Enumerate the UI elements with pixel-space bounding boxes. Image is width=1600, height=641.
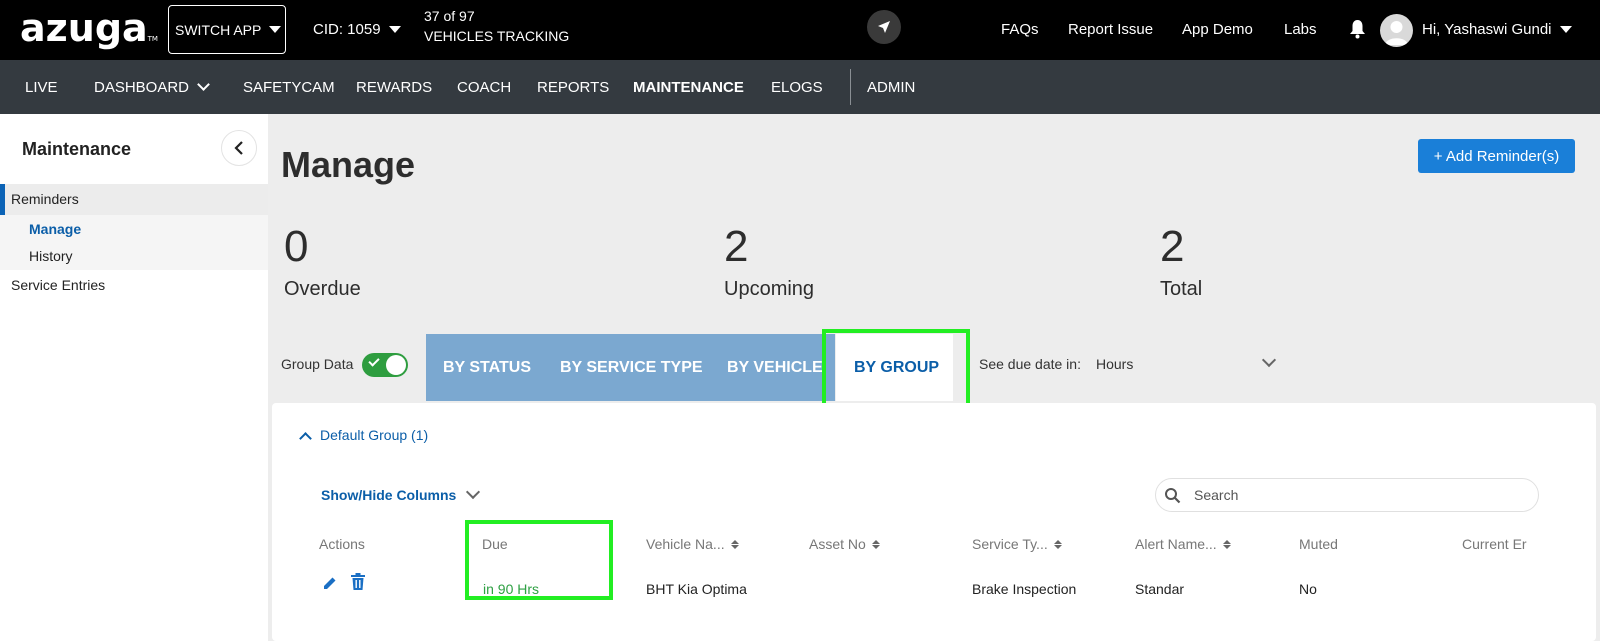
delete-icon[interactable]	[350, 573, 366, 594]
sort-icon	[1053, 539, 1062, 549]
stat-total: 2 Total	[1160, 222, 1202, 301]
column-header-actions: Actions	[319, 536, 365, 552]
nav-safetycam[interactable]: SAFETYCAM	[243, 79, 335, 96]
nav-live[interactable]: LIVE	[25, 79, 58, 96]
vehicles-count: 37 of 97	[424, 8, 475, 24]
vehicles-tracking: 37 of 97 VEHICLES TRACKING	[424, 6, 569, 46]
column-header-muted: Muted	[1299, 536, 1338, 552]
stat-label: Overdue	[284, 278, 361, 300]
sort-icon	[871, 539, 880, 549]
group-data-label: Group Data	[281, 356, 354, 372]
sidebar-item-reminders[interactable]: Reminders	[0, 184, 268, 215]
cell-muted: No	[1299, 581, 1317, 597]
collapse-sidebar-button[interactable]	[221, 130, 257, 166]
group-panel: Default Group (1) Show/Hide Columns Sear…	[272, 403, 1596, 641]
sidebar-title: Maintenance	[22, 139, 132, 159]
vehicles-label: VEHICLES TRACKING	[424, 28, 570, 44]
chevron-down-icon	[197, 78, 210, 91]
top-bar: azugaTM SWITCH APP CID: 1059 37 of 97 VE…	[0, 0, 1600, 60]
search-input[interactable]: Search	[1155, 478, 1539, 512]
column-header-vehicle-name[interactable]: Vehicle Na...	[646, 536, 739, 552]
main-content: Manage + Add Reminder(s) 0 Overdue 2 Upc…	[268, 114, 1600, 641]
group-toggle[interactable]: Default Group (1)	[299, 427, 429, 445]
caret-down-icon	[269, 26, 282, 33]
cell-vehicle-name: BHT Kia Optima	[646, 581, 747, 597]
cell-alert-name: Standar	[1135, 581, 1185, 597]
sort-icon	[730, 539, 739, 549]
stat-upcoming: 2 Upcoming	[724, 222, 814, 301]
stat-value: 2	[724, 222, 749, 271]
sidebar-item-history[interactable]: History	[29, 248, 73, 264]
add-reminder-button[interactable]: + Add Reminder(s)	[1418, 139, 1575, 173]
nav-rewards[interactable]: REWARDS	[356, 79, 432, 96]
switch-app-label: SWITCH APP	[175, 21, 262, 38]
switch-app-button[interactable]: SWITCH APP	[168, 5, 286, 54]
nav-maintenance[interactable]: MAINTENANCE	[633, 79, 744, 96]
stat-label: Upcoming	[724, 278, 815, 300]
main-nav: LIVE DASHBOARD SAFETYCAM REWARDS COACH R…	[0, 60, 1600, 114]
due-date-label: See due date in:	[979, 356, 1081, 372]
azuga-logo[interactable]: azugaTM	[20, 6, 158, 50]
nav-divider	[850, 69, 851, 105]
tab-by-service-type[interactable]: BY SERVICE TYPE	[560, 359, 703, 377]
search-placeholder: Search	[1194, 487, 1239, 503]
labs-link[interactable]: Labs	[1284, 21, 1317, 38]
nav-reports[interactable]: REPORTS	[537, 79, 609, 96]
user-greeting: Hi, Yashaswi Gundi	[1422, 21, 1552, 38]
caret-down-icon	[388, 26, 401, 33]
toggle-knob	[386, 355, 406, 375]
group-data-toggle[interactable]	[362, 353, 408, 377]
chevron-left-icon	[234, 141, 243, 155]
column-header-asset-no[interactable]: Asset No	[809, 536, 880, 552]
tab-by-status[interactable]: BY STATUS	[443, 359, 531, 377]
highlight-box-due	[465, 520, 613, 600]
nav-dashboard-label: DASHBOARD	[94, 79, 190, 96]
bell-icon[interactable]	[1349, 19, 1366, 44]
avatar[interactable]	[1380, 14, 1413, 47]
highlight-box-tab	[822, 329, 970, 407]
user-menu[interactable]: Hi, Yashaswi Gundi	[1422, 21, 1572, 38]
faqs-link[interactable]: FAQs	[1001, 21, 1039, 38]
tab-bar: BY STATUS BY SERVICE TYPE BY VEHICLE	[426, 334, 835, 401]
column-header-current-er: Current Er	[1462, 536, 1527, 552]
nav-dashboard[interactable]: DASHBOARD	[94, 78, 210, 96]
show-hide-label: Show/Hide Columns	[321, 487, 457, 503]
page-title: Manage	[281, 144, 416, 185]
column-header-service-type[interactable]: Service Ty...	[972, 536, 1062, 552]
stat-value: 0	[284, 222, 309, 271]
search-icon	[1165, 487, 1181, 503]
sidebar-item-manage[interactable]: Manage	[29, 221, 81, 237]
stat-label: Total	[1160, 278, 1203, 300]
edit-icon[interactable]	[322, 575, 338, 594]
report-issue-link[interactable]: Report Issue	[1068, 21, 1153, 38]
tab-by-vehicle[interactable]: BY VEHICLE	[727, 359, 823, 377]
cell-service-type: Brake Inspection	[972, 581, 1077, 597]
sidebar-item-service-entries[interactable]: Service Entries	[11, 277, 105, 293]
chevron-down-icon	[466, 484, 481, 500]
cid-selector[interactable]: CID: 1059	[313, 21, 401, 38]
check-icon	[368, 355, 380, 367]
nav-elogs[interactable]: ELOGS	[771, 79, 823, 96]
app-demo-link[interactable]: App Demo	[1182, 21, 1253, 38]
column-header-alert-name[interactable]: Alert Name...	[1135, 536, 1231, 552]
group-title: Default Group (1)	[320, 427, 429, 443]
due-date-select[interactable]: Hours	[1096, 356, 1133, 372]
sidebar: Maintenance Reminders Manage History Ser…	[0, 114, 268, 641]
chevron-up-icon	[299, 431, 312, 445]
nav-coach[interactable]: COACH	[457, 79, 511, 96]
sort-icon	[1222, 539, 1231, 549]
caret-down-icon	[1559, 26, 1572, 33]
show-hide-columns-button[interactable]: Show/Hide Columns	[321, 484, 481, 503]
stat-overdue: 0 Overdue	[284, 222, 361, 301]
cid-label: CID: 1059	[313, 21, 381, 38]
navigation-arrow-icon[interactable]	[867, 10, 901, 44]
nav-admin[interactable]: ADMIN	[867, 79, 915, 96]
chevron-down-icon[interactable]	[1261, 352, 1277, 368]
stat-value: 2	[1160, 222, 1185, 271]
